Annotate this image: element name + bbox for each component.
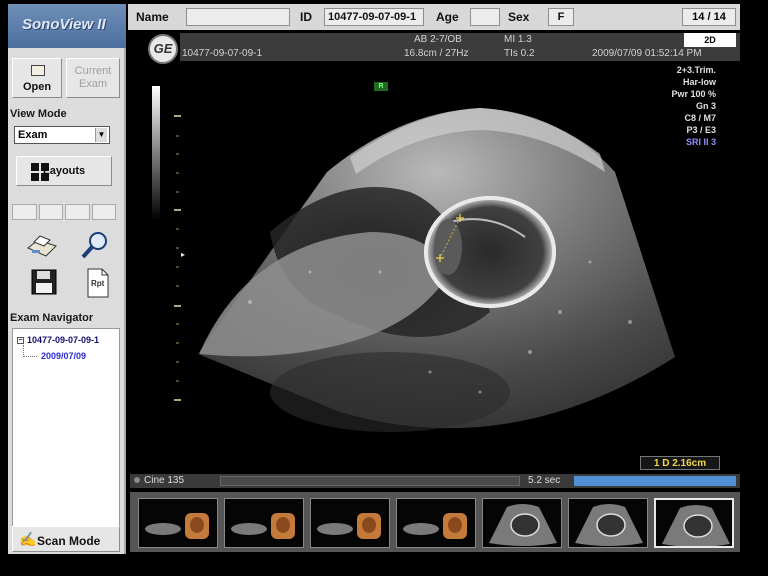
probe-readout: AB 2-7/OB [414,34,462,45]
name-field[interactable] [186,8,290,26]
scan-mode-button[interactable]: ✍ Scan Mode [12,526,120,552]
thumbnail-5[interactable] [482,498,562,548]
tool-icon-grid: Rpt [16,230,120,302]
folder-icon [31,65,45,76]
exam-navigator-tree: −10477-09-07-09-1 2009/07/09 [12,328,120,528]
image-info-header: AB 2-7/OB 16.8cm / 27Hz MI 1.3 TIs 0.2 1… [180,33,740,61]
cine-bar: Cine 135 5.2 sec [130,474,740,488]
image-id-readout: 10477-09-07-09-1 [182,48,263,59]
cine-time: 5.2 sec [528,475,561,486]
tree-connector [23,345,37,357]
cine-label: Cine 135 [134,475,184,486]
depth-frequency-readout: 16.8cm / 27Hz [404,48,469,59]
open-button[interactable]: Open [12,58,62,98]
orientation-marker: R [374,82,388,91]
open-button-label: Open [22,81,52,93]
age-label: Age [436,10,459,24]
page-counter: 14 / 14 [682,8,736,26]
chevron-down-icon[interactable]: ▼ [95,128,107,142]
current-exam-label-line1: Current [74,65,112,77]
print-icon[interactable] [24,230,58,260]
view-mode-select[interactable]: Exam ▼ [14,126,110,144]
layouts-icon [31,163,49,181]
id-label: ID [300,10,312,24]
cine-label-text: Cine 135 [144,475,185,486]
patient-info-bar: Name ID 10477-09-07-09-1 Age Sex F 14 / … [128,4,740,30]
thumbnail-1[interactable] [138,498,218,548]
mode-badge: 2D [684,33,736,47]
name-label: Name [136,10,169,24]
cine-progress-bar[interactable] [574,476,736,486]
current-exam-button[interactable]: Current Exam [66,58,120,98]
app-logo: SonoView II [8,4,126,48]
scan-mode-icon: ✍ [19,531,37,547]
zoom-icon[interactable] [78,230,112,260]
cine-scrub-track[interactable] [220,476,520,486]
age-field[interactable] [470,8,500,26]
cine-dot-icon [134,477,140,483]
tree-root-node[interactable]: −10477-09-07-09-1 [17,335,99,345]
ultrasound-image[interactable] [130,62,740,472]
exam-navigator-label: Exam Navigator [10,312,94,324]
sex-label: Sex [508,10,530,24]
datetime-readout: 2009/07/09 01:52:14 PM [592,48,702,59]
mi-readout: MI 1.3 [504,34,532,45]
slider-segment[interactable] [38,204,63,220]
ultrasound-screen: SonoView II Open Current Exam View Mode … [0,0,768,576]
report-icon[interactable]: Rpt [84,268,118,298]
thumbnail-4[interactable] [396,498,476,548]
panel-slider-strip[interactable] [12,204,116,220]
grayscale-bar [152,86,160,220]
report-icon-text: Rpt [91,279,105,288]
thumbnail-strip [130,492,740,552]
cine-progress-fill [574,476,736,486]
left-tool-panel: SonoView II Open Current Exam View Mode … [8,4,126,554]
layouts-button-label: Layouts [43,165,86,177]
layouts-button[interactable]: Layouts [16,156,112,186]
tree-child-node[interactable]: 2009/07/09 [41,351,86,361]
view-mode-value: Exam [18,129,48,141]
slider-segment[interactable] [12,204,37,220]
current-exam-label-line2: Exam [78,78,108,90]
ge-logo: GE [148,34,178,64]
save-icon[interactable] [28,268,62,298]
slider-segment[interactable] [91,204,116,220]
sex-field[interactable]: F [548,8,574,26]
tis-readout: TIs 0.2 [504,48,535,59]
focus-marker-icon[interactable]: ▸ [181,250,185,259]
depth-scale [174,115,181,401]
slider-segment[interactable] [65,204,90,220]
tree-root-label: 10477-09-07-09-1 [27,335,100,345]
thumbnail-6[interactable] [568,498,648,548]
collapse-icon[interactable]: − [17,337,24,345]
scan-mode-label: Scan Mode [37,534,101,548]
thumbnail-7[interactable] [654,498,734,548]
id-field[interactable]: 10477-09-07-09-1 [324,8,424,26]
thumbnail-3[interactable] [310,498,390,548]
measurement-readout: 1 D 2.16cm [640,456,720,470]
view-mode-label: View Mode [10,108,67,120]
thumbnail-2[interactable] [224,498,304,548]
